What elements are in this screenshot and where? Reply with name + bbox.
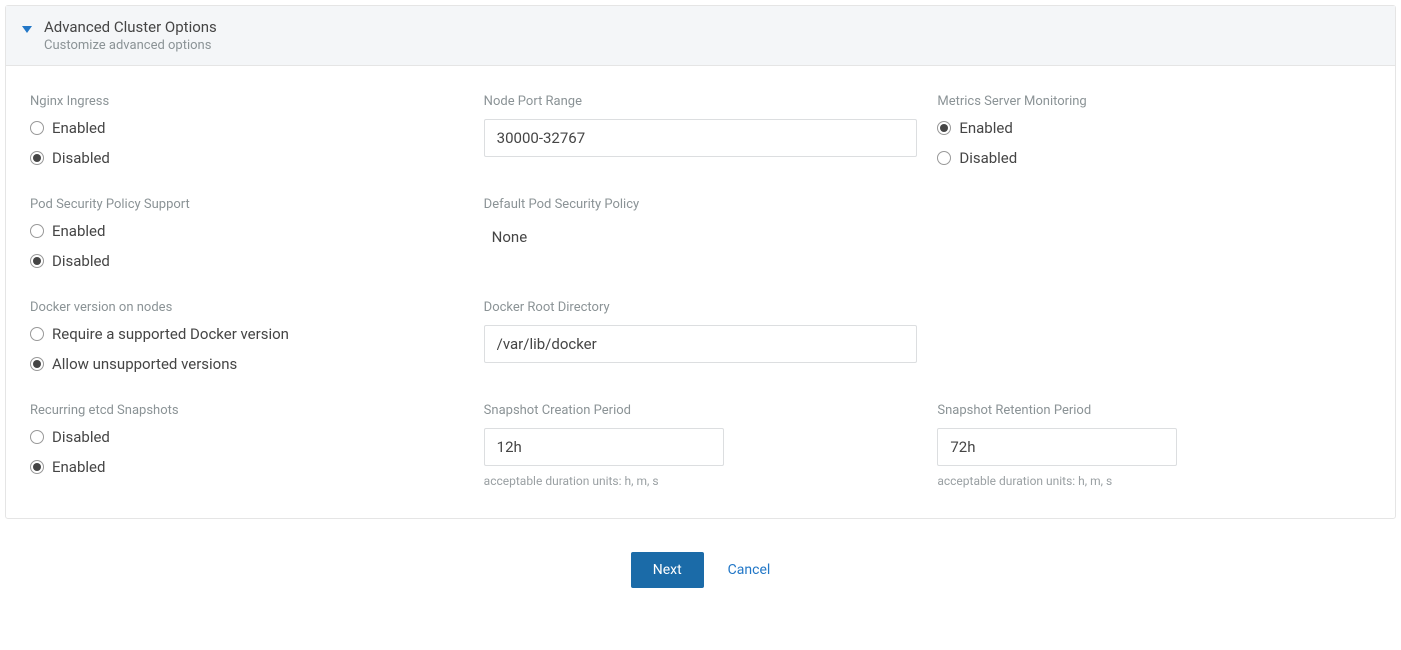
radio-icon — [30, 151, 44, 165]
snapshot-creation-hint: acceptable duration units: h, m, s — [484, 474, 918, 488]
nginx-ingress-radio-group: Enabled Disabled — [30, 119, 464, 167]
docker-version-field: Docker version on nodes Require a suppor… — [30, 300, 464, 373]
default-pod-policy-field: Default Pod Security Policy None — [484, 197, 918, 270]
cancel-button[interactable]: Cancel — [728, 562, 771, 578]
form-row-4: Recurring etcd Snapshots Disabled Enable… — [30, 403, 1371, 488]
metrics-server-field: Metrics Server Monitoring Enabled Disabl… — [937, 94, 1371, 167]
snapshot-creation-input[interactable] — [484, 428, 724, 466]
docker-root-field: Docker Root Directory — [484, 300, 918, 373]
pod-security-disabled-radio[interactable]: Disabled — [30, 252, 464, 270]
radio-label: Disabled — [52, 149, 110, 167]
pod-security-radio-group: Enabled Disabled — [30, 222, 464, 270]
radio-label: Enabled — [52, 222, 105, 240]
panel-title: Advanced Cluster Options — [44, 18, 217, 36]
nginx-enabled-radio[interactable]: Enabled — [30, 119, 464, 137]
panel-subtitle: Customize advanced options — [44, 38, 217, 53]
radio-label: Enabled — [52, 119, 105, 137]
empty-col — [937, 300, 1371, 373]
next-button[interactable]: Next — [631, 552, 704, 588]
docker-version-radio-group: Require a supported Docker version Allow… — [30, 325, 464, 373]
radio-label: Allow unsupported versions — [52, 355, 237, 373]
metrics-disabled-radio[interactable]: Disabled — [937, 149, 1371, 167]
snapshot-creation-label: Snapshot Creation Period — [484, 403, 918, 418]
docker-root-label: Docker Root Directory — [484, 300, 918, 315]
pod-security-enabled-radio[interactable]: Enabled — [30, 222, 464, 240]
metrics-radio-group: Enabled Disabled — [937, 119, 1371, 167]
nginx-ingress-label: Nginx Ingress — [30, 94, 464, 109]
default-pod-policy-label: Default Pod Security Policy — [484, 197, 918, 212]
default-pod-policy-value: None — [484, 222, 918, 246]
disclosure-triangle-icon[interactable] — [22, 26, 32, 33]
panel-header[interactable]: Advanced Cluster Options Customize advan… — [6, 6, 1395, 66]
radio-label: Enabled — [52, 458, 105, 476]
radio-icon — [937, 151, 951, 165]
radio-icon — [30, 460, 44, 474]
radio-icon — [30, 254, 44, 268]
etcd-enabled-radio[interactable]: Enabled — [30, 458, 464, 476]
form-row-3: Docker version on nodes Require a suppor… — [30, 300, 1371, 373]
radio-icon — [30, 224, 44, 238]
footer-actions: Next Cancel — [0, 524, 1401, 602]
nginx-ingress-field: Nginx Ingress Enabled Disabled — [30, 94, 464, 167]
docker-require-radio[interactable]: Require a supported Docker version — [30, 325, 464, 343]
metrics-server-label: Metrics Server Monitoring — [937, 94, 1371, 109]
etcd-disabled-radio[interactable]: Disabled — [30, 428, 464, 446]
radio-label: Enabled — [959, 119, 1012, 137]
radio-label: Disabled — [959, 149, 1017, 167]
docker-root-input[interactable] — [484, 325, 918, 363]
etcd-snapshots-field: Recurring etcd Snapshots Disabled Enable… — [30, 403, 464, 488]
metrics-enabled-radio[interactable]: Enabled — [937, 119, 1371, 137]
form-row-1: Nginx Ingress Enabled Disabled Node Port… — [30, 94, 1371, 167]
docker-version-label: Docker version on nodes — [30, 300, 464, 315]
form-row-2: Pod Security Policy Support Enabled Disa… — [30, 197, 1371, 270]
snapshot-retention-field: Snapshot Retention Period acceptable dur… — [937, 403, 1371, 488]
header-text: Advanced Cluster Options Customize advan… — [44, 18, 217, 53]
radio-icon — [30, 430, 44, 444]
node-port-range-field: Node Port Range — [484, 94, 918, 167]
pod-security-label: Pod Security Policy Support — [30, 197, 464, 212]
snapshot-retention-hint: acceptable duration units: h, m, s — [937, 474, 1371, 488]
node-port-range-input[interactable] — [484, 119, 918, 157]
pod-security-field: Pod Security Policy Support Enabled Disa… — [30, 197, 464, 270]
radio-label: Disabled — [52, 428, 110, 446]
radio-icon — [30, 121, 44, 135]
etcd-snapshots-radio-group: Disabled Enabled — [30, 428, 464, 476]
nginx-disabled-radio[interactable]: Disabled — [30, 149, 464, 167]
radio-label: Require a supported Docker version — [52, 325, 289, 343]
snapshot-retention-input[interactable] — [937, 428, 1177, 466]
empty-col — [937, 197, 1371, 270]
panel-body: Nginx Ingress Enabled Disabled Node Port… — [6, 66, 1395, 518]
advanced-cluster-options-panel: Advanced Cluster Options Customize advan… — [5, 5, 1396, 519]
radio-icon — [30, 357, 44, 371]
radio-icon — [937, 121, 951, 135]
node-port-range-label: Node Port Range — [484, 94, 918, 109]
snapshot-creation-field: Snapshot Creation Period acceptable dura… — [484, 403, 918, 488]
docker-allow-radio[interactable]: Allow unsupported versions — [30, 355, 464, 373]
radio-label: Disabled — [52, 252, 110, 270]
radio-icon — [30, 327, 44, 341]
snapshot-retention-label: Snapshot Retention Period — [937, 403, 1371, 418]
etcd-snapshots-label: Recurring etcd Snapshots — [30, 403, 464, 418]
